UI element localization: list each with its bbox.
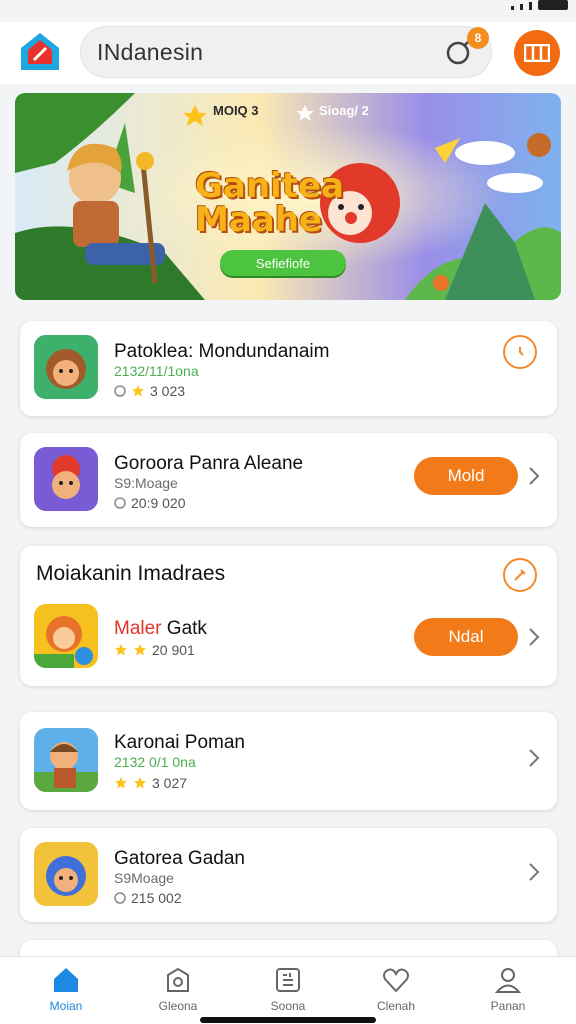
game-card[interactable]: Goroora Panra Aleane S9:Moage 20:9 020 M… <box>20 433 557 527</box>
game-title: Gatorea Gadan <box>114 848 245 869</box>
star-icon <box>115 777 127 789</box>
nav-item-store[interactable]: Soona <box>248 965 328 1013</box>
game-thumbnail <box>34 604 98 668</box>
star-icon <box>115 644 127 656</box>
game-subtitle: S9:Moage <box>114 475 178 491</box>
status-bar <box>0 0 576 18</box>
featured-game-title: Maler Gatk <box>114 618 207 640</box>
store-icon <box>276 968 300 992</box>
chevron-right-icon[interactable] <box>527 627 541 647</box>
app-logo[interactable] <box>18 30 62 74</box>
nav-label: Gleona <box>158 999 198 1013</box>
banner-label-right: Sioag/ 2 <box>319 103 369 118</box>
nav-label: Clenah <box>376 999 416 1013</box>
game-title: Karonai Poman <box>114 732 245 753</box>
battery-icon <box>538 0 568 10</box>
profile-icon <box>494 968 522 993</box>
game-title: Goroora Panra Aleane <box>114 453 304 474</box>
search-input[interactable]: INdanesin <box>97 39 203 66</box>
game-thumbnail <box>34 447 98 511</box>
featured-action-button[interactable]: Ndal <box>414 618 518 656</box>
game-title: Patoklea: Mondundanaim <box>114 341 330 362</box>
game-subtitle: 2132/11/1ona <box>114 363 199 379</box>
clock-icon <box>114 497 126 509</box>
nav-item-home[interactable]: Moian <box>26 965 106 1013</box>
clock-icon <box>114 892 126 904</box>
timer-icon[interactable] <box>503 335 537 369</box>
nav-label: Soona <box>270 999 306 1013</box>
game-meta: 20 901 <box>114 642 195 658</box>
game-thumbnail <box>34 728 98 792</box>
featured-section: Moiakanin Imadraes Maler Gatk 20 901 Nda… <box>20 546 557 686</box>
game-meta: 3 027 <box>114 775 187 791</box>
game-action-label: Mold <box>447 466 485 485</box>
game-thumbnail <box>34 335 98 399</box>
home-indicator <box>200 1017 376 1023</box>
star-icon <box>132 385 144 397</box>
game-card[interactable]: Gatorea Gadan S9Moage 215 002 <box>20 828 557 922</box>
nav-item-profile[interactable]: Panan <box>468 965 548 1013</box>
game-meta-value: 20:9 020 <box>131 495 186 511</box>
banner-title-line1: Ganitea <box>195 166 344 206</box>
signal-icon <box>511 6 514 10</box>
featured-title-highlight: Maler <box>114 618 162 639</box>
game-action-button[interactable]: Mold <box>414 457 518 495</box>
nav-label: Panan <box>490 999 526 1013</box>
game-meta-value: 20 901 <box>152 642 195 658</box>
app-header: INdanesin 8 <box>0 22 576 84</box>
section-title: Moiakanin Imadraes <box>36 562 226 585</box>
search-bar[interactable]: INdanesin 8 <box>80 26 492 78</box>
nav-item-favorites[interactable]: Clenah <box>356 965 436 1013</box>
promo-banner[interactable]: MOIQ 3 Sioag/ 2 Ganitea Maahe Sefiefiofe <box>15 93 561 300</box>
chevron-right-icon[interactable] <box>527 466 541 486</box>
game-meta: 20:9 020 <box>114 495 186 511</box>
home-icon <box>54 968 78 992</box>
signal-icon <box>529 2 532 10</box>
banner-title: Ganitea Maahe <box>195 169 344 237</box>
banner-label-left: MOIQ 3 <box>213 103 259 118</box>
tools-icon[interactable] <box>503 558 537 592</box>
star-icon <box>134 777 146 789</box>
chevron-right-icon[interactable] <box>527 862 541 882</box>
game-meta: 3 023 <box>114 383 185 399</box>
featured-title-rest: Gatk <box>166 618 207 639</box>
grid-menu-icon <box>524 44 550 62</box>
star-icon <box>134 644 146 656</box>
heart-icon <box>383 968 409 993</box>
clock-icon <box>114 385 126 397</box>
game-subtitle: S9Moage <box>114 870 174 886</box>
banner-title-line2: Maahe <box>195 200 322 240</box>
game-meta: 215 002 <box>114 890 182 906</box>
gamepad-icon <box>167 967 189 992</box>
game-meta-value: 215 002 <box>131 890 182 906</box>
game-meta-value: 3 027 <box>152 775 188 791</box>
banner-cta-button[interactable]: Sefiefiofe <box>220 250 346 276</box>
bottom-navigation: Moian Gleona Soona Clenah Panan <box>0 956 576 1024</box>
game-card[interactable]: Patoklea: Mondundanaim 2132/11/1ona 3 02… <box>20 321 557 416</box>
game-subtitle: 2132 0/1 0na <box>114 754 196 770</box>
nav-item-games[interactable]: Gleona <box>138 965 218 1013</box>
notification-badge: 8 <box>467 27 489 49</box>
chevron-right-icon[interactable] <box>527 748 541 768</box>
game-card[interactable]: Karonai Poman 2132 0/1 0na 3 027 <box>20 712 557 810</box>
featured-action-label: Ndal <box>448 627 484 646</box>
nav-label: Moian <box>49 999 83 1013</box>
menu-button[interactable] <box>514 30 560 76</box>
banner-cta-label: Sefiefiofe <box>255 255 311 271</box>
status-icons <box>511 0 568 10</box>
game-thumbnail <box>34 842 98 906</box>
game-meta-value: 3 023 <box>150 383 186 399</box>
signal-icon <box>520 4 523 10</box>
